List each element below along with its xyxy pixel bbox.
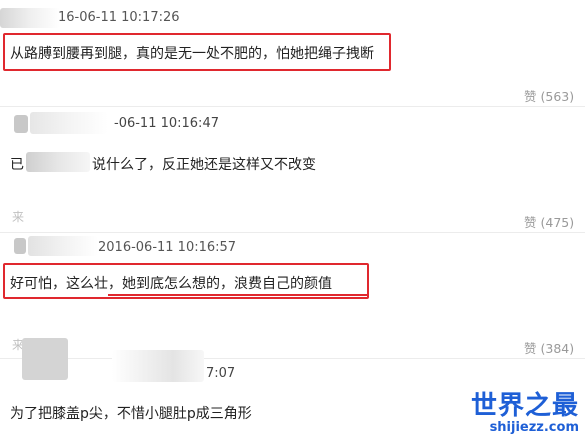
like-button[interactable]: 赞 (384) — [524, 338, 574, 357]
comment-timestamp: -06-11 10:16:47 — [114, 116, 219, 131]
comment-timestamp: 7:07 — [206, 366, 236, 381]
comment-text: 从路膊到腰再到腿，真的是无一处不肥的，怕她把绳子拽断 — [10, 46, 374, 62]
blurred-avatar — [14, 238, 26, 254]
watermark-url: shijiezz.com — [489, 420, 579, 435]
like-count: (384) — [540, 341, 575, 356]
blurred-avatar — [14, 115, 28, 133]
comment-timestamp: 16-06-11 10:17:26 — [58, 10, 180, 25]
comment-timestamp: 2016-06-11 10:16:57 — [98, 240, 237, 255]
like-label: 赞 — [524, 89, 537, 104]
comment-text: 好可怕，这么壮，她到底怎么想的，浪费自己的颜值 — [10, 276, 332, 292]
comment-text: 说什么了，反正她还是这样又不改变 — [92, 157, 316, 173]
like-count: (563) — [540, 89, 575, 104]
divider — [0, 106, 585, 107]
blurred-text — [26, 152, 90, 172]
blurred-username — [28, 236, 98, 256]
like-count: (475) — [540, 215, 575, 230]
watermark-title: 世界之最 — [470, 391, 579, 421]
blurred-avatar — [22, 338, 68, 380]
like-button[interactable]: 赞 (475) — [524, 212, 574, 231]
like-button[interactable]: 赞 (563) — [524, 86, 574, 105]
divider — [0, 358, 585, 359]
blurred-username — [0, 8, 60, 28]
comment-text-start: 已 — [10, 157, 24, 173]
highlight-underline — [108, 294, 368, 296]
blurred-username — [112, 350, 204, 382]
comment-text: 为了把膝盖p尖，不惜小腿肚p成三角形 — [10, 406, 252, 422]
like-label: 赞 — [524, 215, 537, 230]
like-label: 赞 — [524, 341, 537, 356]
blurred-username — [30, 112, 108, 134]
left-mark: 来 — [12, 210, 25, 224]
divider — [0, 232, 585, 233]
watermark-logo: 世界之最 shijiezz.com — [471, 391, 579, 435]
